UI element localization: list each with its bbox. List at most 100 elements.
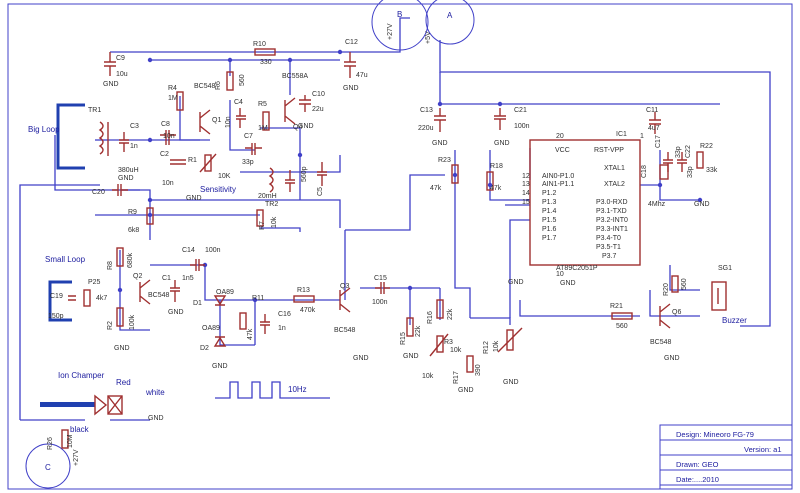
capacitor-c12: C12 47u GND	[343, 39, 368, 92]
svg-text:GND: GND	[186, 195, 202, 202]
capacitor-c5: C5	[317, 162, 327, 196]
svg-text:AIN1-P1.1: AIN1-P1.1	[542, 181, 574, 188]
capacitor-c10: C10 22u GND	[298, 91, 325, 130]
svg-text:10: 10	[556, 271, 564, 278]
svg-text:R2: R2	[107, 321, 114, 330]
svg-text:R26: R26	[47, 437, 54, 450]
capacitor-c2: C2 10n	[160, 151, 186, 187]
svg-text:47u: 47u	[356, 72, 368, 79]
svg-text:12: 12	[522, 173, 530, 180]
svg-text:10n: 10n	[163, 133, 175, 140]
svg-text:4Mhz: 4Mhz	[648, 201, 666, 208]
svg-text:OA89: OA89	[216, 289, 234, 296]
svg-text:R3: R3	[444, 339, 453, 346]
svg-text:GND: GND	[148, 415, 164, 422]
svg-text:BC558A: BC558A	[282, 73, 308, 80]
svg-text:R18: R18	[490, 163, 503, 170]
svg-text:VCC: VCC	[555, 147, 570, 154]
svg-text:R13: R13	[297, 287, 310, 294]
svg-text:33p: 33p	[687, 166, 694, 178]
svg-text:C10: C10	[312, 91, 325, 98]
svg-text:P1.2: P1.2	[542, 190, 557, 197]
svg-text:GND: GND	[560, 280, 576, 287]
svg-text:10k: 10k	[271, 216, 278, 228]
resistor-r20: R20 560	[663, 275, 688, 296]
svg-text:TR2: TR2	[265, 201, 278, 208]
svg-text:D2: D2	[200, 345, 209, 352]
svg-text:Date:....2010: Date:....2010	[676, 475, 719, 484]
svg-text:22k: 22k	[447, 308, 454, 320]
svg-text:C: C	[45, 463, 51, 472]
svg-text:R6: R6	[215, 81, 222, 90]
svg-text:470k: 470k	[300, 307, 316, 314]
svg-text:560p: 560p	[301, 166, 308, 182]
svg-text:RST-VPP: RST-VPP	[594, 147, 624, 154]
svg-text:C14: C14	[182, 247, 195, 254]
svg-text:20mH: 20mH	[258, 193, 277, 200]
resistor-r4: R4 1M	[168, 85, 184, 111]
svg-text:GND: GND	[114, 345, 130, 352]
transistor-q3: Q3 BC548 GND	[334, 283, 369, 362]
svg-text:22u: 22u	[312, 106, 324, 113]
svg-text:Ion Champer: Ion Champer	[58, 371, 105, 380]
capacitor-c9: C9 10u GND	[103, 52, 128, 88]
svg-text:R23: R23	[438, 157, 451, 164]
diode-d2: D2 OA89 GND	[200, 325, 228, 370]
svg-text:150p: 150p	[48, 313, 64, 320]
svg-text:Version: a1: Version: a1	[744, 445, 782, 454]
svg-text:Q1: Q1	[212, 117, 221, 124]
capacitor-c4: C4 10n	[225, 99, 246, 128]
svg-text:R4: R4	[168, 85, 177, 92]
svg-text:C4: C4	[234, 99, 243, 106]
capacitor-c21: C21 100n GND	[494, 107, 530, 147]
svg-text:C12: C12	[345, 39, 358, 46]
svg-text:100n: 100n	[205, 247, 221, 254]
svg-text:GND: GND	[432, 140, 448, 147]
svg-text:C11: C11	[646, 107, 658, 114]
svg-text:R1: R1	[188, 157, 197, 164]
svg-text:R20: R20	[663, 283, 670, 296]
svg-text:20: 20	[556, 133, 564, 140]
wires	[19, 17, 771, 421]
title-block: Design: Mineoro FG-79 Version: a1 Drawn:…	[659, 424, 793, 490]
resistor-r7: R7 10k	[256, 209, 278, 230]
svg-text:1: 1	[640, 133, 644, 140]
svg-text:GND: GND	[403, 353, 419, 360]
svg-text:C2: C2	[160, 151, 169, 158]
svg-text:R12: R12	[483, 341, 490, 354]
svg-text:R10: R10	[253, 41, 266, 48]
svg-text:C1: C1	[162, 275, 171, 282]
ic1-at89c2051: IC1 AT89C2051P VCC RST-VPP XTAL1 XTAL2 A…	[522, 131, 644, 287]
capacitor-c16: C16 1n	[260, 311, 291, 334]
svg-text:10K: 10K	[218, 173, 231, 180]
svg-text:R16: R16	[427, 311, 434, 324]
svg-text:P3.4-T0: P3.4-T0	[596, 235, 621, 242]
svg-text:Red: Red	[116, 378, 131, 387]
svg-text:Drawn: GEO: Drawn: GEO	[676, 460, 719, 469]
svg-text:XTAL2: XTAL2	[604, 181, 625, 188]
svg-text:GND: GND	[212, 363, 228, 370]
capacitor-c11: C11 4u7	[646, 107, 661, 134]
svg-text:14: 14	[522, 190, 530, 197]
svg-text:10u: 10u	[116, 71, 128, 78]
svg-text:33k: 33k	[706, 167, 718, 174]
svg-text:C16: C16	[278, 311, 291, 318]
svg-text:SG1: SG1	[718, 265, 732, 272]
svg-text:22k: 22k	[415, 325, 422, 337]
svg-text:GND: GND	[694, 201, 710, 208]
svg-text:10n: 10n	[162, 180, 174, 187]
svg-text:100k: 100k	[129, 314, 136, 330]
svg-text:1n: 1n	[278, 325, 286, 332]
svg-text:P3.1-TXD: P3.1-TXD	[596, 208, 627, 215]
svg-text:100n: 100n	[514, 123, 530, 130]
svg-text:A: A	[447, 11, 453, 20]
resistor-r22: R22 33k GND	[694, 143, 718, 208]
resistor-r5: R5 1M	[258, 101, 270, 132]
svg-text:GND: GND	[664, 355, 680, 362]
coil-tr2: 20mH TR2	[258, 167, 278, 208]
transistor-q6: Q6 BC548 GND	[650, 303, 681, 362]
svg-text:1M: 1M	[258, 125, 268, 132]
svg-text:560: 560	[616, 323, 628, 330]
svg-text:C7: C7	[244, 133, 253, 140]
svg-text:P3.0-RXD: P3.0-RXD	[596, 199, 628, 206]
